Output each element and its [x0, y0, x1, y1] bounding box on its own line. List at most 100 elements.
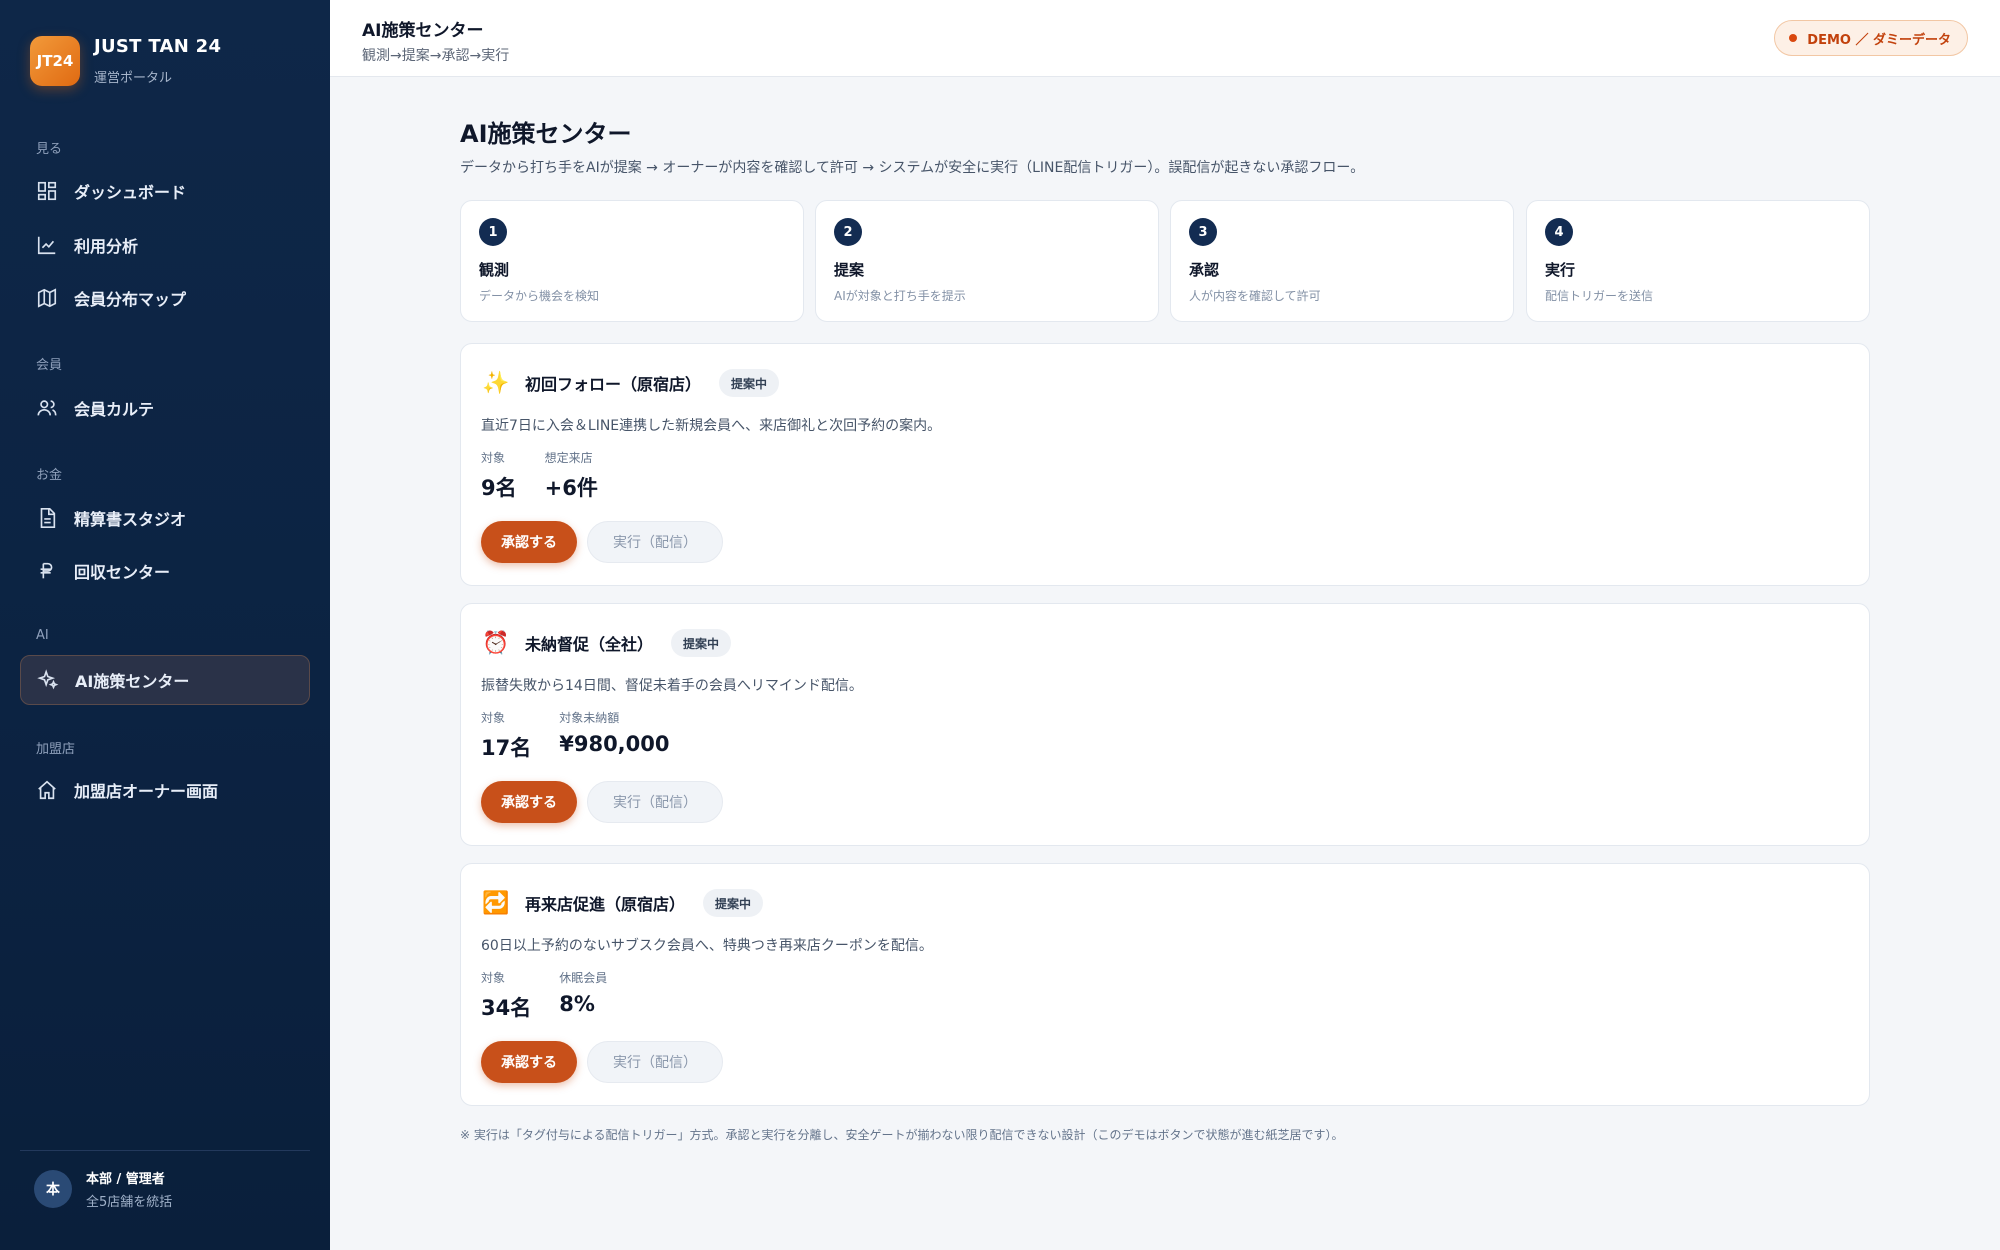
proposal-title: 初回フォロー（原宿店）: [525, 375, 702, 394]
sidebar-item-ai-center[interactable]: AI施策センター: [20, 655, 310, 705]
step-number: 1: [479, 218, 507, 246]
proposal-card-first-follow: ✨ 初回フォロー（原宿店） 提案中 直近7日に入会＆LINE連携した新規会員へ、…: [460, 343, 1870, 586]
execute-button[interactable]: 実行（配信）: [587, 781, 723, 823]
metric-unpaid-amount: 対象未納額 ¥980,000: [559, 709, 669, 762]
sparkles-icon: ✨: [482, 370, 510, 396]
step-title: 実行: [1545, 261, 1576, 279]
sidebar-item-label: ダッシュボード: [74, 183, 187, 202]
document-icon: [36, 507, 58, 529]
metric-value: 9名: [481, 476, 517, 500]
step-title: 観測: [479, 261, 510, 279]
section-label-franchise: 加盟店: [36, 742, 76, 757]
brand-logo: JT24: [30, 36, 80, 86]
metric-value: 17名: [481, 736, 532, 760]
sidebar-item-label: 加盟店オーナー画面: [74, 782, 219, 801]
proposal-card-revisit: 🔁 再来店促進（原宿店） 提案中 60日以上予約のないサブスク会員へ、特典つき再…: [460, 863, 1870, 1106]
sidebar-item-label: 利用分析: [74, 237, 139, 256]
avatar: 本: [34, 1170, 72, 1208]
sidebar-divider: [20, 1150, 310, 1151]
sidebar: JT24 JUST TAN 24 運営ポータル 見る ダッシュボード 利用分析 …: [0, 0, 330, 1250]
step-card-execute: 4 実行 配信トリガーを送信: [1526, 200, 1870, 322]
sidebar-item-label: 回収センター: [74, 563, 171, 582]
sidebar-item-collection-center[interactable]: 回収センター: [20, 546, 310, 596]
proposal-title: 未納督促（全社）: [525, 635, 654, 654]
approve-button[interactable]: 承認する: [481, 1041, 577, 1083]
metric-label: 休眠会員: [559, 971, 608, 985]
step-number: 2: [834, 218, 862, 246]
execute-button[interactable]: 実行（配信）: [587, 1041, 723, 1083]
chart-line-icon: [36, 234, 58, 256]
user-subtitle: 全5店舗を統括: [86, 1195, 173, 1210]
proposal-description: 直近7日に入会＆LINE連携した新規会員へ、来店御礼と次回予約の案内。: [481, 418, 942, 434]
status-badge: 提案中: [719, 369, 780, 397]
brand-name: JUST TAN 24: [94, 36, 222, 57]
page-title: AI施策センター: [460, 120, 632, 148]
repeat-icon: 🔁: [482, 890, 510, 916]
currency-icon: [36, 560, 58, 582]
execute-button[interactable]: 実行（配信）: [587, 521, 723, 563]
sidebar-item-statement-studio[interactable]: 精算書スタジオ: [20, 493, 310, 543]
user-name: 本部 / 管理者: [86, 1172, 165, 1187]
step-number: 3: [1189, 218, 1217, 246]
home-icon: [36, 779, 58, 801]
sidebar-item-label: 会員カルテ: [74, 400, 155, 419]
metric-target: 対象 34名: [481, 969, 531, 1022]
step-description: 人が内容を確認して許可: [1189, 289, 1321, 303]
metric-label: 対象: [481, 711, 506, 725]
step-card-approve: 3 承認 人が内容を確認して許可: [1170, 200, 1514, 322]
approve-button[interactable]: 承認する: [481, 521, 577, 563]
status-badge: 提案中: [703, 889, 764, 917]
metric-label: 対象: [481, 971, 506, 985]
alarm-clock-icon: ⏰: [482, 630, 510, 656]
section-label-money: お金: [36, 468, 63, 483]
approve-button[interactable]: 承認する: [481, 781, 577, 823]
metric-target: 対象 9名: [481, 449, 517, 502]
users-icon: [36, 397, 58, 419]
metric-value: 8%: [559, 992, 595, 1016]
sparkle-icon: [37, 669, 59, 691]
step-description: AIが対象と打ち手を提示: [834, 289, 966, 303]
section-label-members: 会員: [36, 358, 63, 373]
sidebar-item-label: 精算書スタジオ: [74, 510, 187, 529]
brand: JT24 JUST TAN 24 運営ポータル: [30, 36, 221, 86]
footnote: ※ 実行は「タグ付与による配信トリガー」方式。承認と実行を分離し、安全ゲートが揃…: [460, 1128, 1344, 1142]
grid-icon: [36, 180, 58, 202]
step-description: 配信トリガーを送信: [1545, 289, 1654, 303]
section-label-ai: AI: [36, 628, 49, 643]
section-label-view: 見る: [36, 142, 63, 157]
metric-dormant-rate: 休眠会員 8%: [559, 969, 607, 1022]
step-card-observe: 1 観測 データから機会を検知: [460, 200, 804, 322]
metric-target: 対象 17名: [481, 709, 531, 762]
sidebar-item-usage-analysis[interactable]: 利用分析: [20, 220, 310, 270]
metric-value: 34名: [481, 996, 532, 1020]
top-bar-subtitle: 観測→提案→承認→実行: [362, 48, 510, 64]
proposal-description: 60日以上予約のないサブスク会員へ、特典つき再来店クーポンを配信。: [481, 938, 933, 954]
status-dot-icon: [1789, 34, 1798, 42]
metric-expected-visits: 想定来店 +6件: [545, 449, 598, 502]
metric-value: ¥980,000: [559, 732, 670, 756]
sidebar-item-dashboard[interactable]: ダッシュボード: [20, 166, 310, 216]
sidebar-item-member-map[interactable]: 会員分布マップ: [20, 273, 310, 323]
user-profile[interactable]: 本 本部 / 管理者 全5店舗を統括: [34, 1168, 172, 1210]
step-card-propose: 2 提案 AIが対象と打ち手を提示: [815, 200, 1159, 322]
sidebar-item-label: AI施策センター: [75, 672, 190, 691]
map-icon: [36, 287, 58, 309]
demo-badge-label: DEMO ／ ダミーデータ: [1807, 32, 1951, 48]
proposal-title: 再来店促進（原宿店）: [525, 895, 686, 914]
sidebar-item-label: 会員分布マップ: [74, 290, 187, 309]
metric-label: 対象未納額: [559, 711, 620, 725]
metric-value: +6件: [544, 476, 598, 500]
page-description: データから打ち手をAIが提案 → オーナーが内容を確認して許可 → システムが安…: [460, 160, 1365, 176]
top-bar-title: AI施策センター: [362, 21, 484, 41]
top-bar: AI施策センター 観測→提案→承認→実行 DEMO ／ ダミーデータ: [330, 0, 2000, 77]
sidebar-item-owner-screen[interactable]: 加盟店オーナー画面: [20, 765, 310, 815]
brand-subtitle: 運営ポータル: [94, 71, 173, 86]
proposal-description: 振替失敗から14日間、督促未着手の会員へリマインド配信。: [481, 678, 863, 694]
step-title: 承認: [1189, 261, 1220, 279]
sidebar-item-member-chart[interactable]: 会員カルテ: [20, 383, 310, 433]
step-description: データから機会を検知: [479, 289, 600, 303]
demo-badge: DEMO ／ ダミーデータ: [1774, 20, 1968, 56]
metric-label: 想定来店: [544, 451, 593, 465]
proposal-card-dunning: ⏰ 未納督促（全社） 提案中 振替失敗から14日間、督促未着手の会員へリマインド…: [460, 603, 1870, 846]
status-badge: 提案中: [671, 629, 732, 657]
